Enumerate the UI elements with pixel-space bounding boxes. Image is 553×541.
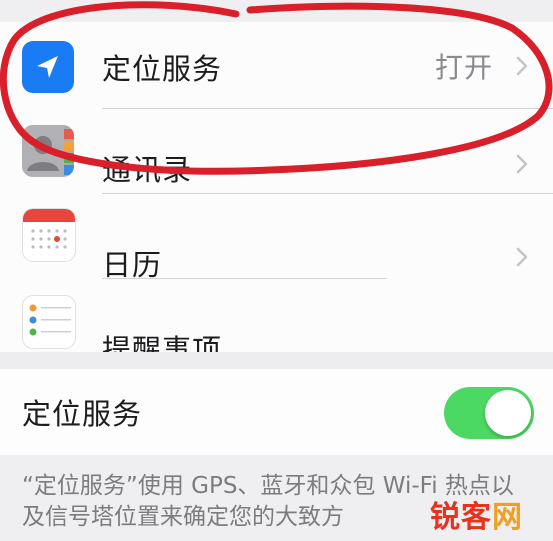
chevron-right-icon	[516, 56, 528, 76]
toggle-knob	[485, 390, 531, 436]
location-services-section: 定位服务	[0, 369, 553, 455]
list-item-reminders[interactable]: 提醒事项	[0, 279, 553, 367]
location-status-value: 打开	[434, 51, 493, 84]
list-item-calendar[interactable]: 日历	[0, 194, 553, 282]
watermark-logo: 锐客网	[430, 492, 523, 536]
list-item-label: 定位服务	[102, 52, 223, 86]
location-arrow-icon	[22, 41, 74, 93]
list-item-contacts[interactable]: 通讯录	[0, 109, 553, 195]
calendar-icon	[22, 208, 76, 262]
watermark-text-b: 网	[492, 500, 523, 535]
contacts-icon	[22, 125, 74, 177]
privacy-list: 定位服务 打开 通讯录 日历 提醒事项	[0, 22, 553, 367]
section-gap	[0, 352, 553, 369]
reminders-icon	[22, 295, 76, 349]
location-services-label: 定位服务	[22, 397, 143, 431]
location-services-toggle[interactable]	[444, 387, 534, 439]
list-item-label: 通讯录	[102, 153, 193, 187]
list-item-location-services[interactable]: 定位服务 打开	[0, 22, 553, 108]
top-strip	[0, 0, 553, 22]
watermark-text-a: 锐客	[430, 500, 492, 535]
chevron-right-icon	[516, 247, 528, 267]
chevron-right-icon	[516, 154, 528, 174]
